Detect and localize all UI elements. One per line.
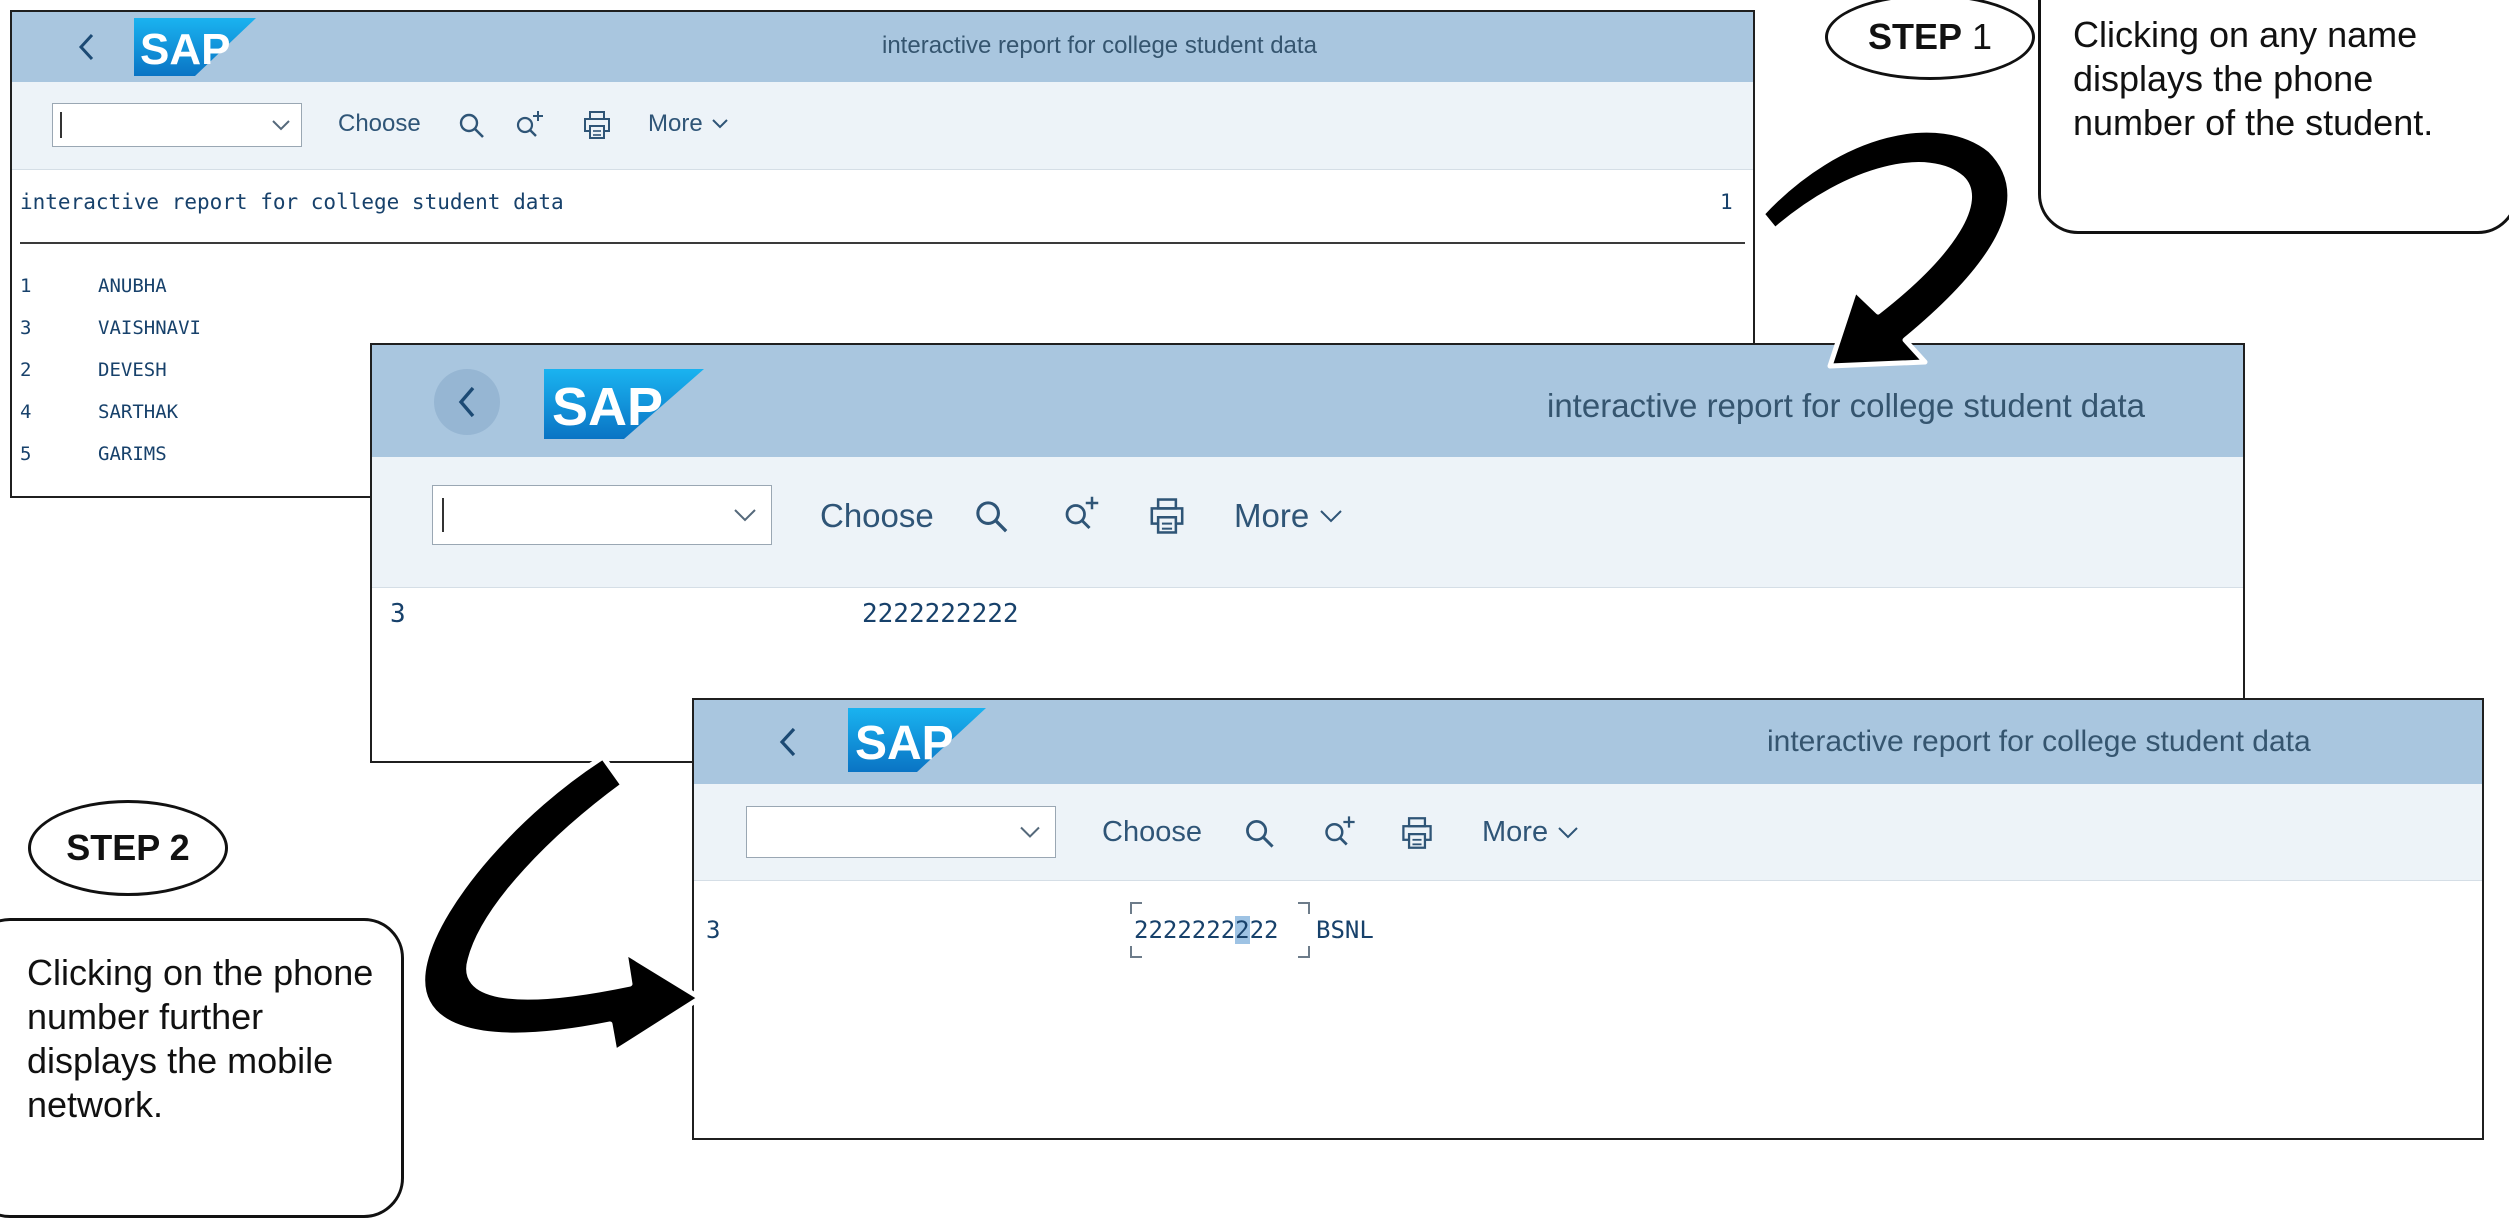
step2-badge: STEP 2 [28, 800, 228, 896]
step2-label: STEP 2 [66, 827, 190, 868]
step1-label: STEP 1 [1867, 16, 1993, 57]
step1-callout: Clicking on any name displays the phone … [2038, 0, 2509, 234]
step2-callout: Clicking on the phone number further dis… [0, 918, 404, 1218]
step1-callout-text: Clicking on any name displays the phone … [2073, 14, 2434, 143]
arrow-step1-icon [1759, 127, 2013, 369]
arrow-step2-icon [420, 754, 703, 1055]
step2-callout-text: Clicking on the phone number further dis… [27, 952, 374, 1125]
